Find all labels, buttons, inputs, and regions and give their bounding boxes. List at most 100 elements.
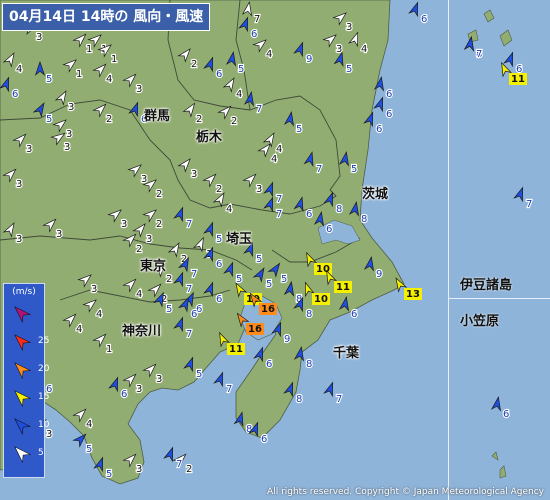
wind-speed-label: 3 <box>156 374 162 385</box>
wind-speed-label: 13 <box>406 289 420 300</box>
wind-speed-label: 3 <box>46 429 52 440</box>
wind-speed-label: 5 <box>216 234 222 245</box>
legend-arrow-icon <box>14 334 32 352</box>
wind-speed-label: 5 <box>166 304 172 315</box>
wind-speed-label: 2 <box>106 114 112 125</box>
wind-speed-label: 3 <box>16 234 22 245</box>
wind-speed-label: 6 <box>251 29 257 40</box>
wind-speed-label: 7 <box>316 164 322 175</box>
wind-speed-label: 8 <box>306 309 312 320</box>
wind-speed-label: 4 <box>361 44 367 55</box>
wind-speed-label: 3 <box>68 102 74 113</box>
wind-speed-label: 6 <box>216 69 222 80</box>
wind-speed-label: 1 <box>111 54 117 65</box>
legend-arrow-icon <box>14 306 32 324</box>
map-title: 04月14日 14時の 風向・風速 <box>2 3 211 31</box>
wind-speed-label: 3 <box>146 234 152 245</box>
wind-speed-label: 5 <box>46 114 52 125</box>
wind-speed-label: 7 <box>336 394 342 405</box>
wind-speed-label: 1 <box>106 344 112 355</box>
place-tokyo: 東京 <box>140 259 167 274</box>
wind-speed-label: 6 <box>191 309 197 320</box>
legend-level-10: 10 <box>38 420 50 430</box>
wind-speed-label: 5 <box>106 469 112 480</box>
legend-arrow-icon <box>14 446 32 464</box>
wind-speed-label: 6 <box>386 109 392 120</box>
wind-speed-label: 4 <box>271 154 277 165</box>
wind-speed-label: 4 <box>76 324 82 335</box>
wind-speed-label: 11 <box>511 74 525 85</box>
wind-speed-label: 4 <box>136 289 142 300</box>
wind-speed-label: 2 <box>156 189 162 200</box>
legend-level-5: 5 <box>38 448 44 458</box>
wind-speed-label: 16 <box>248 324 262 335</box>
wind-speed-label: 2 <box>231 116 237 127</box>
wind-speed-label: 6 <box>351 309 357 320</box>
wind-speed-label: 6 <box>121 389 127 400</box>
wind-speed-label: 7 <box>176 459 182 470</box>
wind-speed-label: 2 <box>166 274 172 285</box>
wind-speed-label: 5 <box>236 274 242 285</box>
wind-speed-label: 8 <box>296 394 302 405</box>
legend-level-25: 25 <box>38 336 50 346</box>
wind-speed-label: 6 <box>503 409 509 420</box>
legend-arrow-icon <box>14 390 32 408</box>
wind-speed-label: 3 <box>36 32 42 43</box>
copyright-notice: All rights reserved. Copyright © Japan M… <box>267 487 544 497</box>
wind-speed-label: 10 <box>314 294 328 305</box>
wind-speed-label: 6 <box>376 124 382 135</box>
wind-speed-label: 4 <box>86 419 92 430</box>
wind-speed-label: 7 <box>186 219 192 230</box>
wind-speed-label: 5 <box>256 254 262 265</box>
wind-speed-label: 8 <box>361 214 367 225</box>
wind-speed-label: 16 <box>261 304 275 315</box>
wind-speed-label: 7 <box>226 384 232 395</box>
wind-speed-label: 6 <box>421 14 427 25</box>
wind-speed-label: 8 <box>306 359 312 370</box>
place-kanagawa: 神奈川 <box>122 324 162 339</box>
wind-speed-label: 5 <box>351 164 357 175</box>
wind-speed-label: 2 <box>191 59 197 70</box>
wind-speed-label: 3 <box>64 142 70 153</box>
wind-speed-label: 5 <box>266 279 272 290</box>
wind-speed-label: 2 <box>136 244 142 255</box>
wind-speed-label: 3 <box>256 184 262 195</box>
wind-speed-label: 6 <box>12 89 18 100</box>
wind-speed-label: 3 <box>136 384 142 395</box>
wind-speed-label: 5 <box>346 64 352 75</box>
wind-speed-label: 11 <box>229 344 243 355</box>
wind-speed-label: 7 <box>186 284 192 295</box>
wind-speed-label: 3 <box>66 129 72 140</box>
wind-speed-label: 8 <box>336 204 342 215</box>
wind-speed-label: 3 <box>121 219 127 230</box>
wind-speed-label: 5 <box>238 64 244 75</box>
wind-speed-label: 11 <box>336 282 350 293</box>
wind-speed-label: 3 <box>91 284 97 295</box>
wind-speed-label: 7 <box>254 14 260 25</box>
wind-speed-label: 5 <box>281 274 287 285</box>
wind-speed-label: 3 <box>26 144 32 155</box>
legend-arrow-icon <box>14 418 32 436</box>
wind-speed-label: 4 <box>106 74 112 85</box>
base-map: 1341564763313322645494356756332245763332… <box>0 0 550 500</box>
wind-speed-label: 6 <box>216 259 222 270</box>
wind-speed-label: 2 <box>156 219 162 230</box>
place-ogasawara: 小笠原 <box>460 314 500 329</box>
legend-level-20: 20 <box>38 364 50 374</box>
wind-speed-label: 4 <box>226 204 232 215</box>
wind-speed-label: 6 <box>386 89 392 100</box>
wind-speed-label: 4 <box>266 49 272 60</box>
wind-speed-label: 2 <box>216 184 222 195</box>
place-chiba: 千葉 <box>333 346 360 361</box>
wind-speed-label: 7 <box>526 199 532 210</box>
place-gunma: 群馬 <box>144 109 171 124</box>
wind-speed-label: 3 <box>56 229 62 240</box>
wind-speed-label: 7 <box>186 329 192 340</box>
wind-speed-label: 3 <box>191 169 197 180</box>
legend-arrow-icon <box>14 362 32 380</box>
place-saitama: 埼玉 <box>226 232 253 247</box>
place-ibaraki: 茨城 <box>362 187 389 202</box>
wind-speed-label: 3 <box>16 179 22 190</box>
wind-speed-label: 5 <box>296 124 302 135</box>
place-tochigi: 栃木 <box>196 130 223 145</box>
